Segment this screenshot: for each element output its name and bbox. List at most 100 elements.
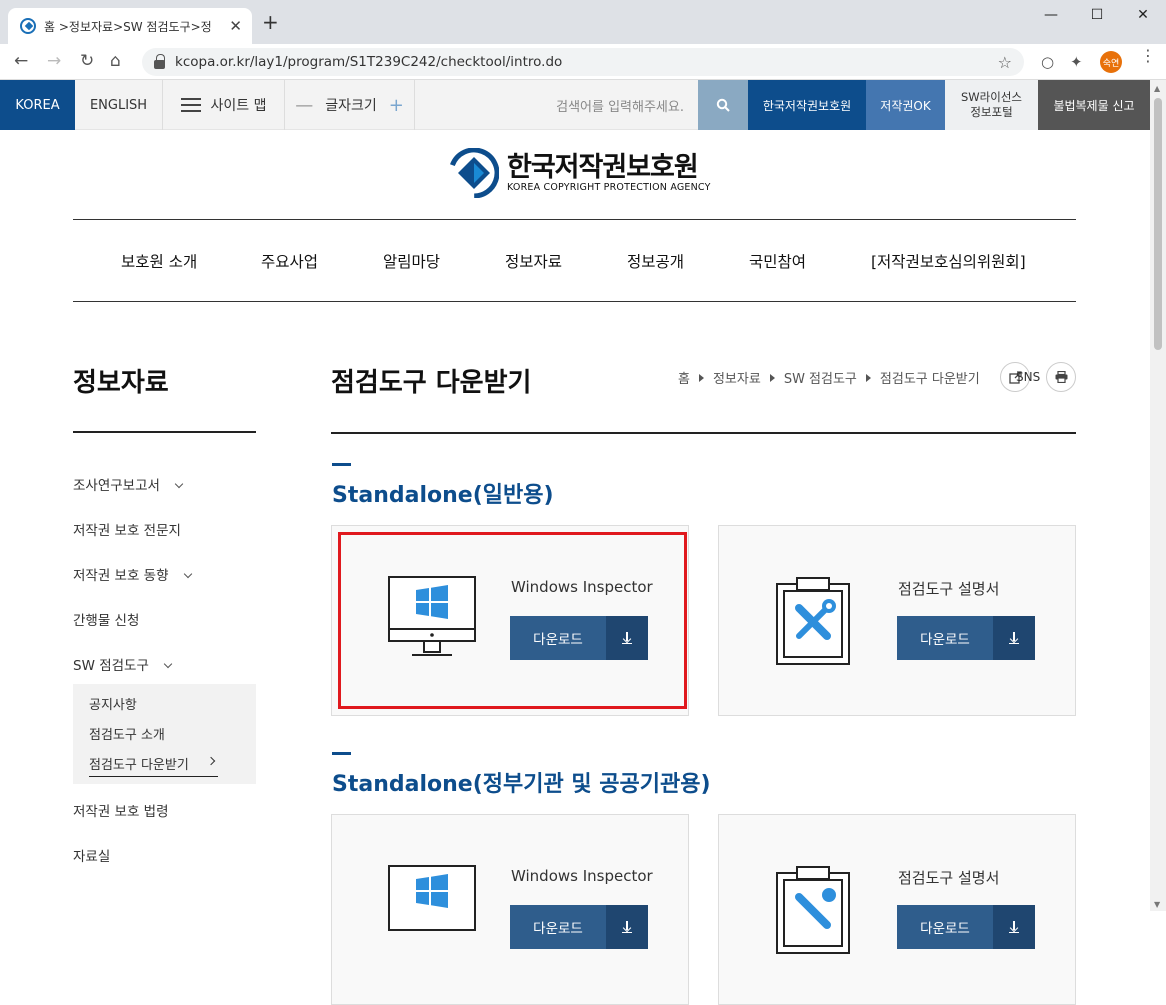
lnb-item-label: SW 점검도구: [73, 658, 149, 674]
lnb-item-archive[interactable]: 자료실: [73, 845, 110, 865]
font-size-control: — 글자크기 +: [285, 80, 415, 130]
copyright-ok-link[interactable]: 저작권OK: [866, 80, 945, 130]
download-card: Windows Inspector 다운로드: [331, 814, 689, 1005]
lnb-item-trends[interactable]: 저작권 보호 동향: [73, 564, 192, 584]
gnb-item-committee[interactable]: [저작권보호심의위원회]: [871, 250, 1026, 272]
search-input[interactable]: 검색어를 입력해주세요.: [520, 80, 698, 130]
breadcrumb: 홈 정보자료 SW 점검도구 점검도구 다운받기: [678, 368, 980, 387]
sw-portal-line2: 정보포털: [970, 105, 1013, 119]
card-name: Windows Inspector: [511, 867, 653, 885]
logo-name-en: KOREA COPYRIGHT PROTECTION AGENCY: [507, 181, 711, 193]
profile-avatar[interactable]: 숙연: [1100, 51, 1122, 73]
section-title-public: Standalone(정부기관 및 공공기관용): [332, 772, 711, 797]
lnb-item-label: 저작권 보호 전문지: [73, 523, 181, 539]
gnb-item-intro[interactable]: 보호원 소개: [121, 250, 197, 272]
breadcrumb-current: 점검도구 다운받기: [879, 372, 980, 387]
print-button[interactable]: [1046, 362, 1076, 392]
download-icon: [993, 616, 1035, 660]
forward-icon[interactable]: →: [47, 52, 61, 70]
download-card: 점검도구 설명서 다운로드: [718, 814, 1076, 1005]
scroll-down-icon[interactable]: ▼: [1154, 900, 1160, 909]
download-button[interactable]: 다운로드: [510, 905, 648, 949]
clipboard-tools-icon: [776, 866, 850, 954]
hamburger-icon: [180, 98, 201, 112]
lock-icon: [154, 53, 165, 69]
highlight-annotation: [338, 532, 687, 709]
gnb-item-disclosure[interactable]: 정보공개: [627, 250, 684, 272]
lnb-item-research[interactable]: 조사연구보고서: [73, 474, 184, 494]
utility-bar: KOREA ENGLISH 사이트 맵 — 글자크기 + 검색어를 입력해주세요. …: [0, 80, 1150, 130]
lnb-item-label: 간행물 신청: [73, 613, 140, 629]
search-icon: [716, 98, 730, 112]
windows-monitor-icon: [388, 865, 476, 931]
breadcrumb-info[interactable]: 정보자료: [713, 368, 761, 387]
chevron-right-icon: [206, 756, 216, 766]
lang-korea-link[interactable]: KOREA: [0, 80, 75, 130]
url-text[interactable]: kcopa.or.kr/lay1/program/S1T239C242/chec…: [175, 54, 998, 70]
lnb-sub-item-download[interactable]: 점검도구 다운받기: [89, 754, 218, 777]
tab-title: 홈 >정보자료>SW 점검도구>정: [44, 19, 212, 34]
sitemap-button[interactable]: 사이트 맵: [163, 80, 285, 130]
reload-icon[interactable]: ↻: [80, 52, 94, 70]
gnb-item-notice[interactable]: 알림마당: [383, 250, 440, 272]
lnb-item-publication[interactable]: 간행물 신청: [73, 609, 139, 629]
gnb-item-participation[interactable]: 국민참여: [749, 250, 806, 272]
section-mark: [332, 463, 351, 466]
scroll-up-icon[interactable]: ▲: [1154, 84, 1160, 93]
page-scrollbar[interactable]: ▲ ▼: [1150, 80, 1166, 911]
gnb-item-business[interactable]: 주요사업: [261, 250, 318, 272]
lnb-sub-item-notice[interactable]: 공지사항: [89, 694, 137, 713]
download-icon: [993, 905, 1035, 949]
lnb-item-label: 저작권 보호 법령: [73, 804, 169, 820]
extension-mouse-icon[interactable]: ○: [1041, 53, 1054, 71]
bookmark-star-icon[interactable]: ☆: [998, 53, 1012, 72]
close-window-icon[interactable]: ✕: [1120, 0, 1166, 30]
maximize-icon[interactable]: ☐: [1074, 0, 1120, 30]
minimize-icon[interactable]: —: [1028, 0, 1074, 30]
lang-english-link[interactable]: ENGLISH: [75, 80, 163, 130]
new-tab-icon[interactable]: +: [262, 12, 279, 32]
breadcrumb-home[interactable]: 홈: [678, 368, 690, 387]
sw-license-portal-link[interactable]: SW라이선스 정보포털: [945, 80, 1038, 130]
card-name: 점검도구 설명서: [898, 869, 1000, 887]
browser-tab[interactable]: 홈 >정보자료>SW 점검도구>정 ✕: [8, 8, 252, 44]
breadcrumb-separator-icon: [865, 373, 871, 382]
chevron-down-icon: [183, 569, 192, 579]
font-increase-icon[interactable]: +: [389, 95, 404, 116]
page-title: 점검도구 다운받기: [331, 368, 532, 398]
browser-menu-icon[interactable]: ⋮: [1140, 48, 1156, 64]
browser-tab-bar: 홈 >정보자료>SW 점검도구>정 ✕ + — ☐ ✕: [0, 0, 1166, 44]
section-mark: [332, 752, 351, 755]
scrollbar-thumb[interactable]: [1154, 98, 1162, 350]
lnb-item-label: 조사연구보고서: [73, 478, 160, 494]
omnibox[interactable]: kcopa.or.kr/lay1/program/S1T239C242/chec…: [142, 48, 1024, 76]
site-logo[interactable]: 한국저작권보호원 KOREA COPYRIGHT PROTECTION AGEN…: [449, 148, 711, 198]
lnb-sub-item-intro[interactable]: 점검도구 소개: [89, 724, 165, 743]
kcopa-link[interactable]: 한국저작권보호원: [748, 80, 866, 130]
lnb-item-journal[interactable]: 저작권 보호 전문지: [73, 519, 181, 539]
print-icon: [1055, 371, 1067, 383]
lnb-item-sw-tool[interactable]: SW 점검도구: [73, 654, 173, 674]
download-icon: [606, 905, 648, 949]
home-icon[interactable]: ⌂: [110, 52, 121, 70]
sw-portal-line1: SW라이선스: [961, 90, 1022, 104]
close-tab-icon[interactable]: ✕: [229, 17, 242, 35]
gnb-item-info[interactable]: 정보자료: [505, 250, 562, 272]
illegal-report-link[interactable]: 불법복제물 신고: [1038, 80, 1150, 130]
back-icon[interactable]: ←: [14, 52, 28, 70]
extensions-puzzle-icon[interactable]: ✦: [1070, 53, 1083, 71]
lnb-item-law[interactable]: 저작권 보호 법령: [73, 800, 169, 820]
download-button[interactable]: 다운로드: [897, 905, 1035, 949]
address-bar: ← → ↻ ⌂ kcopa.or.kr/lay1/program/S1T239C…: [0, 44, 1166, 80]
search-button[interactable]: [698, 80, 748, 130]
download-button[interactable]: 다운로드: [897, 616, 1035, 660]
gnb-bottom-rule: [73, 301, 1076, 302]
download-label: 다운로드: [897, 905, 993, 949]
download-label: 다운로드: [897, 616, 993, 660]
chevron-down-icon: [163, 659, 173, 669]
download-card: 점검도구 설명서 다운로드: [718, 525, 1076, 716]
clipboard-tools-icon: [776, 577, 850, 665]
font-decrease-icon[interactable]: —: [295, 95, 313, 116]
breadcrumb-sw-tool[interactable]: SW 점검도구: [784, 368, 857, 387]
font-size-label: 글자크기: [325, 98, 377, 114]
